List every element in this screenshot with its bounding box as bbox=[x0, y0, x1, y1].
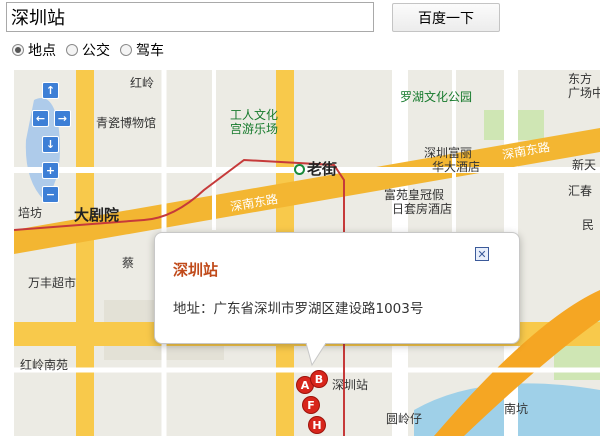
mode-bus-label: 公交 bbox=[82, 43, 110, 59]
map-label-riyue: 日套房酒店 bbox=[392, 202, 453, 216]
map-label-cai: 蔡 bbox=[122, 256, 135, 270]
close-icon[interactable]: ✕ bbox=[475, 247, 489, 261]
map-label-dajuyuan: 大剧院 bbox=[74, 206, 120, 224]
map-label-xinshi: 新天 bbox=[572, 158, 597, 172]
metro-icon bbox=[294, 164, 305, 175]
pan-left-button[interactable]: ← bbox=[32, 110, 49, 127]
popup-tail bbox=[305, 343, 327, 367]
search-mode-group: 地点 公交 驾车 bbox=[12, 40, 164, 60]
search-button[interactable]: 百度一下 bbox=[392, 3, 500, 32]
map-label-hongling-south: 红岭南苑 bbox=[20, 358, 69, 372]
pan-down-button[interactable]: ↓ bbox=[42, 136, 59, 153]
zoom-out-button[interactable]: − bbox=[42, 186, 59, 203]
mode-place-label: 地点 bbox=[28, 43, 56, 59]
map-label-min: 民 bbox=[582, 218, 595, 232]
mode-place-radio[interactable]: 地点 bbox=[12, 40, 56, 60]
map-label-cihua: 青瓷博物馆 bbox=[96, 116, 157, 130]
map-label-wanfeng: 万丰超市 bbox=[28, 276, 77, 290]
map-label-luohu-park: 罗湖文化公园 bbox=[400, 90, 473, 104]
mode-drive-radio[interactable]: 驾车 bbox=[120, 40, 164, 60]
search-input[interactable] bbox=[6, 2, 374, 32]
map-label-rong: 培坊 bbox=[18, 206, 43, 220]
radio-unchecked-icon bbox=[120, 44, 132, 56]
radio-checked-icon bbox=[12, 44, 24, 56]
pan-up-button[interactable]: ↑ bbox=[42, 82, 59, 99]
mode-drive-label: 驾车 bbox=[136, 43, 164, 59]
mode-bus-radio[interactable]: 公交 bbox=[66, 40, 110, 60]
popup-address: 地址：广东省深圳市罗湖区建设路1003号 bbox=[173, 301, 424, 317]
map-pin-b[interactable]: B bbox=[310, 370, 328, 388]
pan-right-button[interactable]: → bbox=[54, 110, 71, 127]
map-label-huiju: 汇春 bbox=[568, 184, 593, 198]
map-view[interactable]: 红岭 青瓷博物馆 工人文化 宫游乐场 罗湖文化公园 老街 深南东路 深南东路 深… bbox=[14, 70, 600, 436]
map-label-fuhua2: 华大酒店 bbox=[432, 160, 481, 174]
popup-title: 深圳站 bbox=[173, 261, 219, 279]
map-label-hongling: 红岭 bbox=[130, 76, 155, 90]
info-popup: ✕ 深圳站 地址：广东省深圳市罗湖区建设路1003号 bbox=[154, 232, 520, 344]
map-pin-h[interactable]: H bbox=[308, 416, 326, 434]
map-pin-f[interactable]: F bbox=[302, 396, 320, 414]
map-label-guangchang: 广场中 bbox=[568, 86, 600, 100]
map-label-nankeng: 南坑 bbox=[504, 402, 529, 416]
map-label-gongren2: 宫游乐场 bbox=[230, 122, 279, 136]
map-label-yuanling: 圆岭仔 bbox=[386, 412, 423, 426]
zoom-in-button[interactable]: + bbox=[42, 162, 59, 179]
map-label-shenzhen-station: 深圳站 bbox=[332, 378, 369, 392]
map-label-laojie: 老街 bbox=[294, 158, 337, 179]
radio-unchecked-icon bbox=[66, 44, 78, 56]
